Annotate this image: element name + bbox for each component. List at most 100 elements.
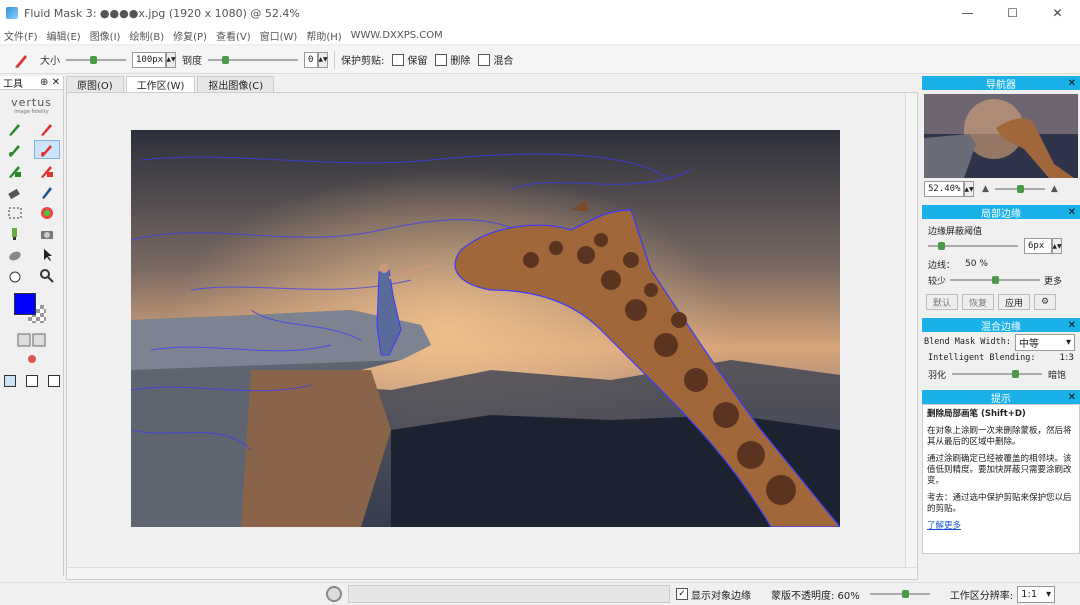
mask-toggle-icon[interactable]	[0, 333, 63, 347]
mix-label: 混合	[493, 56, 514, 67]
hardness-spinner[interactable]: ▲▼	[318, 51, 328, 68]
less-label: 较少	[928, 276, 947, 287]
blend-close-icon[interactable]: ✕	[1068, 320, 1076, 331]
swap-icon[interactable]	[0, 353, 63, 365]
navigator-close-icon[interactable]: ✕	[1068, 78, 1076, 89]
zoom-icon[interactable]	[34, 266, 60, 285]
menu-window[interactable]: 窗口(W)	[260, 28, 298, 43]
tab-original[interactable]: 原图(O)	[66, 76, 124, 92]
intel-blend-label: Intelligent Blending:	[928, 353, 1036, 363]
size-value[interactable]: 100px	[132, 51, 166, 68]
tab-workspace[interactable]: 工作区(W)	[125, 76, 196, 92]
resolution-label: 工作区分辨率:	[949, 590, 1014, 602]
show-edges-label: 显示对象边缘	[691, 590, 751, 602]
zoom-slider[interactable]	[994, 184, 1045, 194]
default-button[interactable]: 默认	[926, 294, 959, 310]
hardness-value[interactable]: 0	[304, 51, 318, 68]
status-bar: ✓ 显示对象边缘 蒙版不透明度: 60% 工作区分辨率: 1:1 ▾	[0, 582, 1080, 605]
zoom-out-icon[interactable]: ▲	[982, 184, 989, 194]
show-edges-checkbox[interactable]: ✓	[676, 588, 688, 600]
tips-title: 提示	[991, 393, 1011, 405]
restore-button[interactable]: 恢复	[962, 294, 995, 310]
view-mode-1-icon[interactable]	[4, 375, 16, 387]
menu-draw[interactable]: 绘制(B)	[129, 28, 164, 43]
close-button[interactable]: ✕	[1035, 0, 1080, 26]
resolution-select[interactable]: 1:1 ▾	[1017, 585, 1056, 603]
vertical-scrollbar[interactable]	[905, 93, 917, 579]
mask-opacity-label: 蒙版不透明度: 60%	[771, 590, 860, 602]
local-edge-close-icon[interactable]: ✕	[1068, 207, 1076, 218]
zoom-in-icon[interactable]: ▲	[1051, 184, 1058, 194]
view-mode-2-icon[interactable]	[26, 375, 38, 387]
size-slider[interactable]	[66, 55, 126, 65]
menu-website[interactable]: WWW.DXXPS.COM	[351, 30, 443, 41]
tab-cutout[interactable]: 抠出图像(C)	[197, 76, 275, 92]
tips-close-icon[interactable]: ✕	[1068, 392, 1076, 403]
edge-slider[interactable]	[950, 275, 1041, 285]
mix-checkbox[interactable]	[478, 53, 491, 66]
tools-panel: 工具 ⊕ ✕ vertus image fidelity	[0, 76, 64, 576]
view-mode-3-icon[interactable]	[48, 375, 60, 387]
hand-icon[interactable]	[2, 266, 28, 285]
hardness-label: 钢度	[182, 56, 202, 67]
zoom-value[interactable]: 52.40%	[924, 181, 964, 197]
delete-local-brush-icon[interactable]	[34, 140, 60, 159]
menu-image[interactable]: 图像(I)	[90, 28, 121, 43]
keep-local-brush-icon[interactable]	[2, 140, 28, 159]
keep-label: 保留	[407, 56, 428, 67]
delete-fill-icon[interactable]	[34, 161, 60, 180]
threshold-value[interactable]: 6px	[1024, 238, 1052, 254]
hardness-slider[interactable]	[208, 55, 298, 65]
minimize-button[interactable]: —	[945, 0, 990, 26]
horizontal-scrollbar[interactable]	[67, 567, 917, 579]
keep-fill-icon[interactable]	[2, 161, 28, 180]
settings-icon[interactable]: ⚙	[1034, 294, 1057, 310]
probe-icon[interactable]	[2, 224, 28, 243]
app-icon	[6, 7, 18, 19]
learn-more-link[interactable]: 了解更多	[927, 521, 961, 531]
blend-slider[interactable]	[952, 369, 1043, 379]
blend-width-select[interactable]: 中等 ▾	[1015, 333, 1075, 351]
keep-checkbox[interactable]	[392, 53, 405, 66]
soft-label: 羽化	[928, 370, 947, 381]
brush-icon[interactable]	[10, 49, 34, 71]
local-edge-header: 局部边缘 ✕	[922, 205, 1080, 220]
threshold-spinner[interactable]: ▲▼	[1052, 238, 1062, 254]
vertus-logo: vertus	[11, 96, 52, 109]
menu-help[interactable]: 帮助(H)	[306, 28, 341, 43]
patch-icon[interactable]	[34, 182, 60, 201]
delete-brush-icon[interactable]	[34, 119, 60, 138]
sponge-icon[interactable]	[2, 245, 28, 264]
tips-paragraph-1: 在对象上涂刷一次来删除蒙板，然后将其从最后的区域中删除。	[927, 426, 1072, 447]
size-spinner[interactable]: ▲▼	[166, 51, 176, 68]
tools-title: 工具	[3, 79, 23, 90]
pointer-icon[interactable]	[34, 245, 60, 264]
vertus-tagline: image fidelity	[14, 109, 49, 115]
menu-repair[interactable]: 修复(P)	[173, 28, 207, 43]
eraser-icon[interactable]	[2, 182, 28, 201]
zoom-spinner[interactable]: ▲▼	[964, 181, 974, 197]
menu-file[interactable]: 文件(F)	[4, 28, 38, 43]
mask-opacity-slider[interactable]	[869, 589, 930, 599]
menu-edit[interactable]: 编辑(E)	[47, 28, 81, 43]
apply-button[interactable]: 应用	[998, 294, 1031, 310]
navigator-thumbnail[interactable]	[924, 94, 1078, 178]
menu-view[interactable]: 查看(V)	[216, 28, 251, 43]
protect-label: 保护剪贴:	[341, 56, 385, 67]
threshold-label: 边缘屏蔽阈值	[928, 226, 983, 237]
foreground-color-swatch[interactable]	[14, 293, 36, 315]
camera-icon[interactable]	[34, 224, 60, 243]
right-panel: 导航器 ✕ 52.40% ▲▼ ▲ ▲ 局部边缘 ✕ 边缘屏蔽阈值 6px ▲▼ 边…	[922, 76, 1080, 580]
tools-close-icon[interactable]: ✕	[52, 77, 60, 88]
image-canvas[interactable]	[131, 130, 840, 527]
tips-paragraph-2: 通过涂刷确定已经被覆盖的相邻块。该值低则精度。要加快屏蔽只需要涂刷改变。	[927, 454, 1072, 486]
delete-checkbox[interactable]	[435, 53, 448, 66]
threshold-slider[interactable]	[928, 241, 1018, 251]
window-title: Fluid Mask 3: ●●●●x.jpg (1920 x 1080) @ …	[24, 6, 300, 20]
stop-icon[interactable]	[326, 586, 342, 602]
keep-brush-icon[interactable]	[2, 119, 28, 138]
exact-mode-icon[interactable]	[34, 203, 60, 222]
maximize-button[interactable]: ☐	[990, 0, 1035, 26]
marquee-icon[interactable]	[2, 203, 28, 222]
pin-icon[interactable]: ⊕	[40, 77, 48, 88]
